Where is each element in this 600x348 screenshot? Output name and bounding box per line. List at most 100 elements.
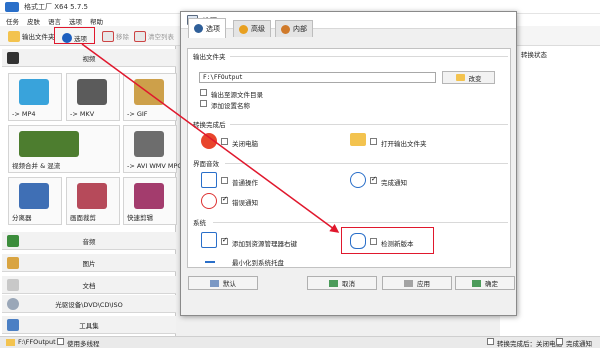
output-folder-label: 输出文件夹: [22, 33, 55, 41]
menu-item-help[interactable]: 帮助: [90, 16, 103, 26]
tile-crop[interactable]: 画面裁剪: [66, 177, 120, 225]
open-folder-label: 打开输出文件夹: [381, 140, 427, 148]
quick-clip-icon: [134, 183, 164, 209]
tab-advanced-label: 高级: [251, 25, 265, 33]
section-audio[interactable]: 音频: [2, 232, 176, 250]
mkv-film-icon: [77, 79, 107, 105]
tab-options-label: 选项: [206, 24, 220, 33]
tile-video-merge[interactable]: 视频合并 & 混流: [8, 125, 120, 173]
error-notify-checkbox[interactable]: [221, 195, 228, 204]
tile-to-mkv[interactable]: -> MKV: [66, 73, 120, 121]
normal-op-checkbox[interactable]: [221, 177, 228, 184]
section-tools-label: 工具集: [79, 321, 99, 330]
shutdown-label: 关闭电脑: [232, 140, 258, 148]
group-divider: [230, 56, 508, 57]
tile-label: 分离器: [12, 214, 32, 222]
tile-splitter[interactable]: 分离器: [8, 177, 62, 225]
done-notify-checkbox[interactable]: [370, 175, 377, 184]
tile-to-avi-wmv[interactable]: -> AVI WMV MPG ...: [123, 125, 191, 173]
after-done-group-title: 转换完成后: [193, 121, 226, 129]
tab-internal[interactable]: 内部: [275, 20, 313, 37]
section-video[interactable]: 视频: [2, 49, 176, 67]
output-source-checkbox[interactable]: [200, 89, 207, 96]
app-logo-icon: [5, 2, 19, 12]
section-video-label: 视频: [82, 54, 96, 63]
tile-label: 视频合并 & 混流: [12, 162, 61, 170]
tile-label: -> GIF: [127, 110, 148, 118]
tile-to-gif[interactable]: -> GIF: [123, 73, 177, 121]
after-done-checkbox[interactable]: [487, 338, 494, 345]
status-output-path[interactable]: F:\FFOutput: [18, 338, 56, 346]
back-arrow-icon: [329, 279, 338, 287]
ok-button[interactable]: 确定: [455, 276, 515, 290]
add-suffix-label: 添加设置名称: [211, 102, 250, 110]
change-folder-button[interactable]: 改变: [442, 71, 495, 84]
tab-advanced[interactable]: 高级: [233, 20, 271, 37]
shutdown-checkbox[interactable]: [221, 138, 228, 145]
cancel-button[interactable]: 取消: [307, 276, 377, 290]
section-disc-label: 光驱设备\DVD\CD\ISO: [55, 300, 123, 309]
menu-item-language[interactable]: 语言: [48, 16, 61, 26]
apply-icon: [404, 279, 413, 287]
status-folder-icon: [6, 339, 15, 346]
menu-item-options[interactable]: 选项: [69, 16, 82, 26]
cancel-label: 取消: [342, 280, 355, 288]
open-folder-checkbox[interactable]: [370, 138, 377, 145]
ui-sound-group-title: 界面音效: [193, 160, 219, 168]
default-icon: [210, 279, 219, 287]
apply-label: 应用: [417, 280, 430, 288]
section-tools[interactable]: 工具集: [2, 316, 176, 334]
open-folder-icon: [350, 133, 366, 146]
remove-button[interactable]: 移除: [102, 29, 129, 43]
apply-button[interactable]: 应用: [382, 276, 452, 290]
context-menu-icon: [201, 232, 217, 248]
system-group-title: 系统: [193, 219, 206, 227]
tile-to-mp4[interactable]: -> MP4: [8, 73, 62, 121]
mp4-film-icon: [19, 79, 49, 105]
group-divider: [230, 124, 508, 125]
menu-item-tasks[interactable]: 任务: [6, 16, 19, 26]
section-disc[interactable]: 光驱设备\DVD\CD\ISO: [2, 295, 176, 313]
multithread-checkbox[interactable]: [57, 338, 64, 345]
sliders-icon: [201, 172, 217, 188]
group-divider: [213, 222, 508, 223]
output-folder-group-title: 输出文件夹: [193, 53, 226, 61]
error-notify-label: 错误通知: [232, 199, 258, 207]
ok-check-icon: [472, 279, 481, 287]
clear-list-label: 清空列表: [148, 33, 174, 41]
check-circle-icon: [350, 172, 366, 188]
menu-item-skin[interactable]: 皮肤: [27, 16, 40, 26]
tile-label: -> MP4: [12, 110, 36, 118]
splitter-icon: [19, 183, 49, 209]
section-audio-label: 音频: [82, 237, 96, 246]
merge-music-icon: [19, 131, 79, 157]
folder-icon: [8, 30, 20, 42]
output-path-field[interactable]: F:\FFOutput: [199, 72, 436, 83]
tab-options[interactable]: 选项: [188, 18, 226, 38]
context-menu-label: 添加到资源管理器右键: [232, 240, 297, 248]
info-icon: [201, 193, 217, 209]
clear-list-button[interactable]: 清空列表: [134, 29, 174, 43]
output-source-label: 输出至源文件目录: [211, 91, 263, 99]
output-folder-button[interactable]: 输出文件夹: [8, 29, 55, 43]
default-button[interactable]: 默认: [188, 276, 258, 290]
minimize-icon: [205, 261, 215, 263]
multithread-label: 使用多线程: [67, 340, 100, 348]
section-image[interactable]: 图片: [2, 254, 176, 272]
clear-list-icon: [134, 30, 146, 42]
tile-label: -> MKV: [70, 110, 95, 118]
notify-checkbox[interactable]: [556, 338, 563, 345]
options-button-highlight: [54, 27, 95, 44]
gif-film-icon: [134, 79, 164, 105]
scissors-icon: [77, 183, 107, 209]
remove-label: 移除: [116, 33, 129, 41]
conversion-status-header[interactable]: 转换状态: [521, 49, 547, 59]
section-document[interactable]: 文档: [2, 276, 176, 294]
tile-quick-clip[interactable]: 快速剪辑: [123, 177, 177, 225]
gear-icon: [194, 24, 203, 33]
context-menu-checkbox[interactable]: [221, 236, 228, 245]
default-label: 默认: [223, 280, 236, 288]
add-suffix-checkbox[interactable]: [200, 100, 207, 107]
dialog-titlebar: [181, 12, 516, 29]
shutdown-x-icon: [201, 133, 217, 149]
